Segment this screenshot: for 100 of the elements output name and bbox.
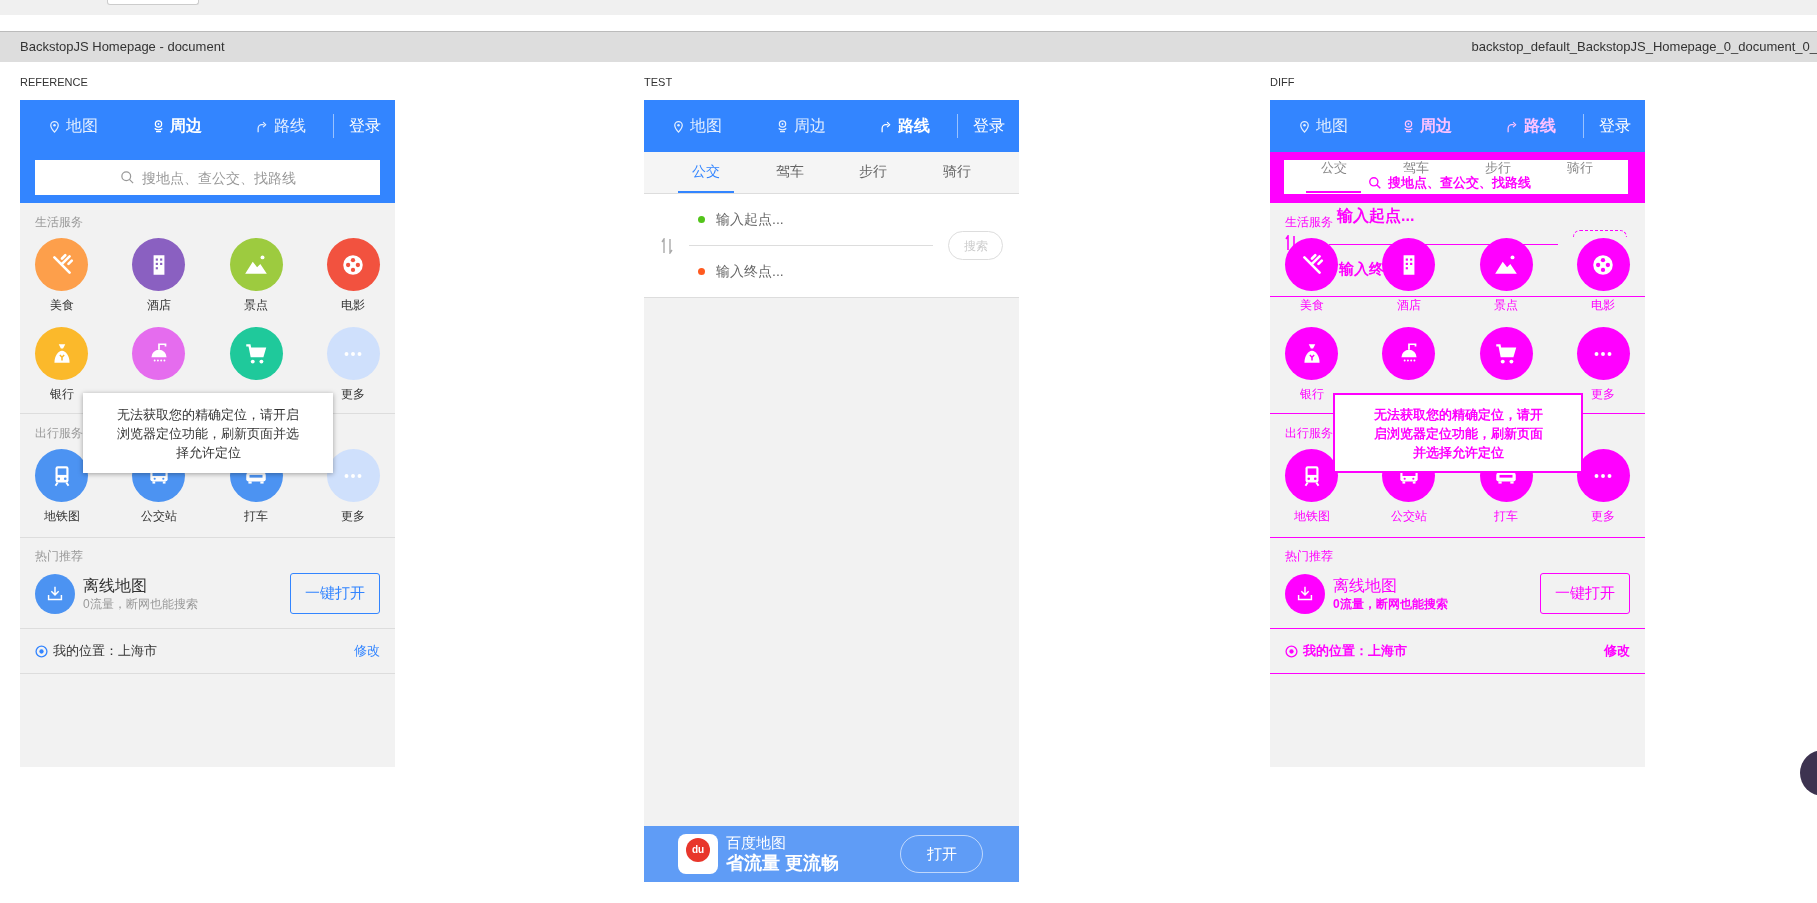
route-tab[interactable]: 步行 (1470, 160, 1525, 175)
recommend-title: 离线地图 (83, 576, 148, 596)
section-title: 出行服务 (35, 425, 83, 442)
toolbar-button[interactable] (107, 0, 199, 5)
panel-label: REFERENCE (20, 75, 88, 89)
search-icon (120, 170, 135, 185)
mountain-icon[interactable] (1479, 238, 1533, 291)
route-tab[interactable]: 步行 (845, 152, 902, 193)
route-tab[interactable]: 骑行 (1552, 160, 1607, 175)
category-label[interactable]: 美食 (49, 297, 74, 313)
mountain-icon[interactable] (229, 238, 283, 291)
nav-tab[interactable]: 地图 (644, 100, 749, 152)
category-label[interactable]: 美食 (1299, 297, 1324, 313)
nav-tab[interactable]: 路线 (852, 100, 957, 152)
app-slogan: 省流量 更流畅 (726, 852, 839, 874)
film-reel-icon[interactable] (1577, 238, 1630, 291)
location-tooltip: 无法获取您的精确定位，请开启浏览器定位功能，刷新页面并选择允许定位 (1333, 393, 1583, 473)
location-icon (35, 644, 48, 658)
nav-tab[interactable]: 周边 (748, 100, 853, 152)
end-field[interactable]: 输入终点... (716, 261, 916, 282)
route-tab[interactable]: 公交 (1306, 160, 1361, 175)
category-label[interactable]: 打车 (244, 508, 269, 524)
start-text: 输入起点... (1337, 206, 1415, 226)
location-pin-icon (151, 118, 166, 134)
nav-tab[interactable]: 周边 (1374, 100, 1479, 152)
section-title: 热门推荐 (1285, 548, 1333, 565)
category-label[interactable]: 银行 (49, 386, 74, 402)
train-icon[interactable] (1285, 449, 1338, 502)
cart-icon[interactable] (1479, 327, 1533, 380)
category-label[interactable]: 地铁图 (1293, 508, 1330, 524)
building-icon[interactable] (132, 238, 186, 291)
film-reel-icon[interactable] (327, 238, 380, 291)
shower-icon[interactable] (1382, 327, 1436, 380)
recommend-description: 0流量，断网也能搜索 (1333, 596, 1448, 612)
more-icon[interactable] (1577, 327, 1630, 380)
location-tooltip: 无法获取您的精确定位，请开启浏览器定位功能，刷新页面并选择允许定位 (83, 393, 333, 473)
login-button[interactable]: 登录 (1584, 114, 1645, 138)
more-icon[interactable] (1577, 449, 1630, 502)
category-label[interactable]: 酒店 (1396, 297, 1421, 313)
category-label[interactable]: 地铁图 (43, 508, 80, 524)
recommend-title: 离线地图 (1333, 576, 1398, 596)
category-label[interactable]: 酒店 (146, 297, 171, 313)
fork-knife-icon[interactable] (35, 238, 88, 291)
category-label[interactable]: 公交站 (1390, 508, 1427, 524)
category-label[interactable]: 更多 (1591, 508, 1616, 524)
report-title: BackstopJS Homepage - document (20, 38, 225, 57)
route-tab[interactable]: 骑行 (929, 152, 986, 193)
category-label[interactable]: 电影 (341, 297, 366, 313)
category-label[interactable]: 公交站 (140, 508, 177, 524)
panel-label: DIFF (1270, 75, 1295, 89)
section-title: 出行服务 (1285, 425, 1333, 442)
category-label[interactable]: 更多 (1591, 386, 1616, 402)
route-tab[interactable]: 驾车 (1388, 160, 1443, 175)
category-label[interactable]: 更多 (341, 508, 366, 524)
section-title: 生活服务 (1285, 214, 1333, 231)
money-bag-icon[interactable] (35, 327, 88, 380)
category-label[interactable]: 更多 (341, 386, 366, 402)
open-button[interactable]: 一键打开 (1540, 573, 1630, 614)
nav-tab[interactable]: 地图 (20, 100, 125, 152)
nav-tab[interactable]: 地图 (1270, 100, 1375, 152)
app-name: 百度地图 (726, 834, 786, 852)
category-label[interactable]: 电影 (1591, 297, 1616, 313)
search-icon (1368, 176, 1382, 190)
location-pin-icon (775, 118, 790, 134)
train-icon[interactable] (35, 449, 88, 502)
open-button[interactable]: 一键打开 (290, 573, 380, 614)
download-icon[interactable] (1285, 573, 1325, 614)
category-label[interactable]: 打车 (1494, 508, 1519, 524)
panel-label: TEST (644, 75, 673, 89)
location-pin-icon (1401, 118, 1416, 134)
location-icon (1285, 644, 1298, 658)
fork-knife-icon[interactable] (1285, 238, 1338, 291)
cart-icon[interactable] (229, 327, 283, 380)
nav-tab[interactable]: 周边 (124, 100, 229, 152)
nav-tab[interactable]: 路线 (1478, 100, 1583, 152)
end-text: 输入终 (1339, 259, 1384, 278)
app-logo: du (678, 834, 718, 874)
start-field[interactable]: 输入起点... (716, 208, 916, 230)
search-text: 搜地点、查公交、找路线 (1388, 175, 1531, 191)
file-name: backstop_default_BackstopJS_Homepage_0_document_0_ (1471, 38, 1817, 57)
building-icon[interactable] (1382, 238, 1436, 291)
edit-link[interactable]: 修改 (354, 641, 380, 661)
category-label[interactable]: 景点 (1494, 297, 1519, 313)
shower-icon[interactable] (132, 327, 186, 380)
edit-link[interactable]: 修改 (1604, 641, 1630, 661)
category-label[interactable]: 银行 (1299, 386, 1324, 402)
recommend-description: 0流量，断网也能搜索 (83, 596, 198, 612)
route-tab[interactable]: 驾车 (761, 152, 818, 193)
login-button[interactable]: 登录 (958, 114, 1019, 138)
section-title: 生活服务 (35, 214, 83, 231)
money-bag-icon[interactable] (1285, 327, 1338, 380)
download-icon[interactable] (35, 573, 75, 614)
search-field[interactable]: 搜地点、查公交、找路线 (35, 160, 380, 195)
location-text: 我的位置：上海市 (1303, 642, 1407, 661)
swap-icon[interactable] (660, 237, 673, 254)
section-title: 热门推荐 (35, 548, 83, 565)
category-label[interactable]: 景点 (244, 297, 269, 313)
location-text: 我的位置：上海市 (53, 642, 157, 661)
login-button[interactable]: 登录 (334, 114, 395, 138)
nav-tab[interactable]: 路线 (228, 100, 333, 152)
